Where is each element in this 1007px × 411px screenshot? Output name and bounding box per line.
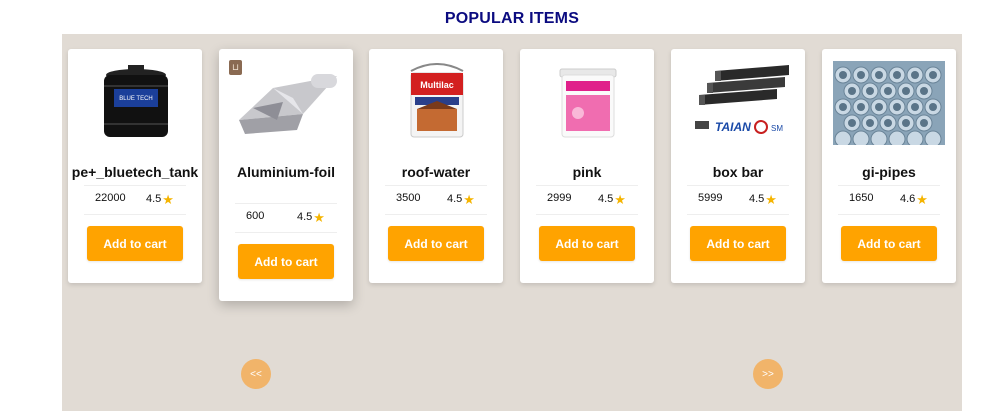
divider (84, 185, 186, 186)
rating-value: 4.5 (598, 193, 614, 205)
add-to-cart-button[interactable]: Add to cart (388, 226, 484, 261)
svg-text:SM: SM (771, 124, 783, 133)
product-card[interactable]: pink 2999 4.5 ★ Add to cart (520, 49, 654, 283)
product-name[interactable]: box bar (671, 163, 805, 181)
divider (838, 214, 940, 215)
product-rating: 4.5 ★ (598, 191, 626, 207)
product-price: 22000 (95, 192, 126, 204)
add-to-cart-button[interactable]: Add to cart (841, 226, 937, 261)
product-rating: 4.5 ★ (749, 191, 777, 207)
product-card[interactable]: TAIAN SM box bar 5999 4.5 ★ Add to cart (671, 49, 805, 283)
svg-text:Multilac: Multilac (420, 80, 454, 90)
product-rating: 4.5 ★ (447, 191, 475, 207)
product-price: 2999 (547, 192, 572, 204)
svg-text:BLUE TECH: BLUE TECH (119, 96, 153, 102)
product-card[interactable]: Multilac roof-water 3500 4.5 ★ Add to ca… (369, 49, 503, 283)
add-to-cart-button[interactable]: Add to cart (539, 226, 635, 261)
product-name[interactable]: pe+_bluetech_tank (68, 163, 202, 181)
product-image-gi-pipes (832, 60, 946, 146)
add-to-cart-button[interactable]: Add to cart (690, 226, 786, 261)
carousel-prev-button[interactable]: << (241, 359, 271, 389)
product-name[interactable]: Aluminium-foil (219, 163, 353, 181)
divider (536, 185, 638, 186)
product-card[interactable]: gi-pipes 1650 4.6 ★ Add to cart (822, 49, 956, 283)
star-icon: ★ (765, 191, 777, 207)
product-rating: 4.5 ★ (146, 191, 174, 207)
product-image-paint-bucket: Multilac (383, 60, 491, 146)
star-icon: ★ (463, 191, 475, 207)
product-price: 3500 (396, 192, 421, 204)
divider (385, 214, 487, 215)
star-icon: ★ (916, 191, 928, 207)
rating-value: 4.6 (900, 193, 916, 205)
divider (838, 185, 940, 186)
add-to-cart-button[interactable]: Add to cart (238, 244, 334, 279)
carousel-next-button[interactable]: >> (753, 359, 783, 389)
divider (235, 232, 337, 233)
product-carousel: BLUE TECH pe+_bluetech_tank 22000 4.5 ★ … (62, 34, 962, 411)
product-image-box-bar: TAIAN SM (685, 60, 793, 146)
star-icon: ★ (614, 191, 626, 207)
product-price: 600 (246, 210, 265, 222)
rating-value: 4.5 (749, 193, 765, 205)
product-price: 1650 (849, 192, 874, 204)
product-card[interactable]: ⊔ Aluminium-foil 600 4.5 ★ Add to cart (219, 49, 353, 301)
product-price: 5999 (698, 192, 723, 204)
svg-text:TAIAN: TAIAN (715, 120, 751, 134)
divider (687, 214, 789, 215)
product-card[interactable]: BLUE TECH pe+_bluetech_tank 22000 4.5 ★ … (68, 49, 202, 283)
product-image-pink-paint (534, 60, 642, 146)
star-icon: ★ (313, 209, 325, 225)
product-image-foil (233, 60, 341, 146)
divider (84, 214, 186, 215)
product-rating: 4.5 ★ (297, 209, 325, 225)
divider (235, 203, 337, 204)
product-image-tank: BLUE TECH (82, 60, 190, 146)
divider (385, 185, 487, 186)
rating-value: 4.5 (297, 211, 313, 223)
rating-value: 4.5 (447, 193, 463, 205)
product-rating: 4.6 ★ (900, 191, 928, 207)
product-name[interactable]: roof-water (369, 163, 503, 181)
section-title: POPULAR ITEMS (444, 10, 580, 27)
product-name[interactable]: pink (520, 163, 654, 181)
product-name[interactable]: gi-pipes (822, 163, 956, 181)
star-icon: ★ (162, 191, 174, 207)
add-to-cart-button[interactable]: Add to cart (87, 226, 183, 261)
divider (687, 185, 789, 186)
divider (536, 214, 638, 215)
rating-value: 4.5 (146, 193, 162, 205)
